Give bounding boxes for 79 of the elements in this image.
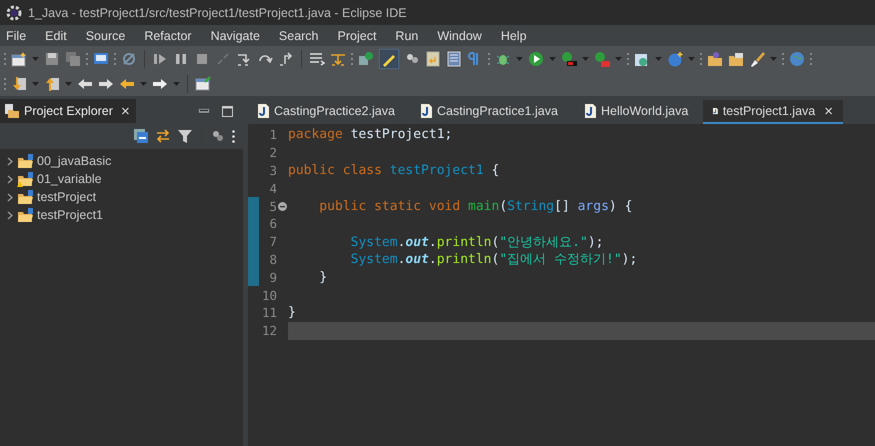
code-line: public class testProject1 { [288, 162, 500, 178]
menu-item[interactable]: Help [500, 28, 536, 42]
menu-item[interactable]: Refactor [144, 28, 201, 42]
code-line: } [288, 305, 296, 320]
java-file-icon [258, 104, 269, 118]
expand-chevron-icon[interactable] [6, 192, 14, 202]
menu-item[interactable]: File [6, 28, 36, 42]
line-number: 10 [260, 288, 277, 303]
tab-label: testProject1.java [722, 104, 816, 118]
maximize-icon[interactable] [222, 106, 233, 116]
close-tab-button[interactable]: × [824, 102, 833, 120]
panel-title: Project Explorer [24, 104, 113, 118]
project-name[interactable]: testProject1 [37, 208, 104, 222]
close-button[interactable]: × [120, 102, 130, 120]
menu-item[interactable]: Window [437, 28, 491, 42]
view-menu-icon[interactable] [232, 130, 235, 142]
list-icon[interactable] [309, 50, 325, 66]
next-annotation-icon[interactable] [11, 76, 27, 92]
tab-label: CastingPractice1.java [437, 104, 558, 118]
expand-chevron-icon[interactable] [6, 174, 14, 184]
step-return-icon[interactable] [278, 50, 294, 66]
tab-label: CastingPractice2.java [274, 104, 395, 118]
previous-annotation-icon[interactable] [44, 76, 60, 92]
menu-item[interactable]: Project [338, 28, 386, 42]
project-name[interactable]: testProject [37, 190, 96, 204]
run-coverage-icon[interactable] [561, 50, 577, 66]
project-name[interactable]: 00_javaBasic [37, 154, 112, 168]
code-line: public static void main(String[] args) { [318, 198, 632, 214]
line-number: 2 [268, 145, 277, 160]
code-line: } [318, 270, 328, 285]
code-line: System.out.println("집에서 수정하기!"); [350, 251, 638, 268]
brush-icon[interactable] [749, 50, 765, 66]
java-file-icon [421, 104, 432, 118]
fold-toggle-icon[interactable] [278, 202, 287, 211]
globe-icon[interactable] [789, 50, 805, 66]
window-edit-icon[interactable] [195, 76, 211, 92]
editor-tab[interactable]: CastingPractice1.java [411, 100, 575, 124]
menu-item[interactable]: Edit [45, 28, 76, 42]
highlighter-icon[interactable] [379, 48, 399, 68]
line-number: 9 [268, 270, 277, 285]
folder-icon[interactable] [728, 50, 744, 66]
editor-tab[interactable]: CastingPractice2.java [248, 100, 411, 124]
project-name[interactable]: 01_variable [37, 172, 102, 186]
tab-label: HelloWorld.java [601, 104, 688, 118]
editor-tab[interactable]: testProject1.java × [703, 100, 843, 124]
new-window-icon[interactable] [11, 50, 27, 66]
line-number: 3 [268, 162, 277, 178]
editor-tab[interactable]: HelloWorld.java [575, 100, 703, 124]
line-number: 11 [260, 305, 277, 320]
line-number: 4 [268, 180, 277, 196]
line-number: 6 [268, 216, 277, 232]
menu-item[interactable]: Source [86, 28, 134, 42]
code-line: package testProject1; [288, 127, 452, 142]
link-arrows-icon[interactable] [155, 128, 171, 144]
window-title: 1_Java - testProject1/src/testProject1/testProject1.java - Eclipse IDE [28, 6, 407, 20]
open-folder-icon[interactable] [707, 50, 723, 66]
line-number: 12 [260, 323, 277, 338]
minimize-icon[interactable] [199, 109, 209, 113]
collapse-all-icon[interactable] [133, 128, 149, 144]
line-number: 5 [268, 198, 277, 214]
panel-tab[interactable]: Project Explorer × [0, 99, 136, 123]
expand-chevron-icon[interactable] [6, 156, 14, 166]
run-icon[interactable] [528, 50, 544, 66]
menu-item[interactable]: Navigate [210, 28, 269, 42]
line-number: 8 [268, 252, 277, 267]
save-icon[interactable] [44, 50, 60, 66]
menu-item[interactable]: Run [395, 28, 428, 42]
line-number: 7 [268, 234, 277, 250]
console-icon[interactable] [93, 50, 109, 66]
app-logo-icon [6, 4, 22, 20]
page-icon[interactable] [446, 50, 462, 66]
filter-icon[interactable] [177, 128, 193, 144]
expand-chevron-icon[interactable] [6, 210, 14, 220]
menu-item[interactable]: Search [278, 28, 328, 42]
line-number: 1 [268, 127, 277, 142]
skip-breakpoints-icon[interactable] [121, 50, 137, 66]
code-line: System.out.println("안녕하세요."); [350, 234, 604, 251]
java-file-icon [585, 104, 596, 118]
explorer-icon [4, 103, 20, 119]
